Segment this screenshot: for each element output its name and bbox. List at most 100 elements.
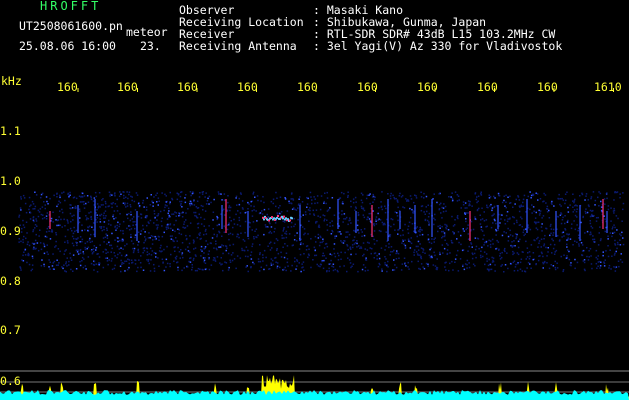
noise-pixel — [357, 213, 360, 216]
noise-pixel — [516, 252, 519, 254]
noise-pixel — [52, 262, 54, 264]
head-echo-pixel — [282, 217, 284, 220]
noise-pixel — [570, 262, 572, 264]
x-tick-label: 160 — [177, 80, 198, 94]
noise-pixel — [288, 233, 291, 235]
noise-pixel — [404, 223, 406, 226]
noise-pixel — [178, 215, 180, 217]
noise-pixel — [469, 204, 471, 206]
noise-pixel — [263, 268, 265, 271]
noise-pixel — [597, 265, 599, 267]
noise-pixel — [113, 267, 116, 270]
noise-pixel — [113, 252, 115, 254]
noise-pixel — [500, 265, 502, 267]
noise-pixel — [453, 233, 455, 235]
noise-pixel — [497, 229, 499, 231]
noise-pixel — [610, 220, 612, 222]
noise-pixel — [467, 233, 470, 235]
noise-pixel — [34, 205, 37, 208]
noise-pixel — [599, 267, 601, 269]
noise-pixel — [613, 231, 616, 234]
noise-pixel — [314, 198, 316, 200]
noise-pixel — [229, 261, 232, 263]
noise-pixel — [569, 204, 571, 206]
noise-pixel — [411, 208, 413, 211]
noise-pixel — [271, 247, 273, 249]
noise-pixel — [99, 218, 101, 220]
noise-pixel — [547, 247, 549, 249]
noise-pixel — [156, 215, 158, 217]
noise-pixel — [550, 228, 553, 230]
noise-pixel — [202, 209, 204, 211]
noise-pixel — [578, 245, 580, 247]
noise-pixel — [208, 250, 210, 252]
noise-pixel — [328, 267, 330, 270]
noise-pixel — [575, 210, 578, 213]
noise-pixel — [454, 261, 456, 263]
noise-pixel — [597, 255, 599, 257]
noise-pixel — [43, 243, 45, 246]
noise-pixel — [137, 241, 140, 243]
noise-pixel — [223, 231, 226, 233]
noise-pixel — [34, 239, 37, 242]
noise-pixel — [175, 215, 177, 217]
noise-pixel — [512, 235, 514, 237]
noise-pixel — [143, 247, 146, 249]
noise-pixel — [194, 211, 197, 214]
noise-pixel — [142, 269, 145, 271]
noise-pixel — [297, 207, 299, 209]
noise-pixel — [252, 221, 255, 223]
noise-pixel — [420, 256, 422, 259]
noise-pixel — [55, 233, 58, 236]
noise-pixel — [233, 258, 236, 260]
noise-pixel — [553, 253, 556, 255]
noise-pixel — [532, 193, 535, 196]
noise-pixel — [129, 204, 132, 206]
noise-pixel — [607, 245, 609, 247]
noise-pixel — [361, 201, 364, 204]
noise-pixel — [393, 269, 396, 271]
noise-pixel — [283, 221, 286, 223]
noise-pixel — [559, 214, 562, 216]
noise-pixel — [357, 212, 359, 214]
noise-pixel — [216, 235, 218, 238]
noise-pixel — [552, 265, 555, 267]
noise-pixel — [617, 217, 619, 220]
noise-pixel — [90, 233, 92, 236]
noise-pixel — [452, 199, 454, 202]
noise-pixel — [593, 214, 595, 217]
noise-pixel — [255, 228, 258, 230]
noise-pixel — [442, 207, 445, 209]
noise-pixel — [588, 256, 590, 258]
noise-pixel — [530, 197, 532, 199]
noise-pixel — [409, 247, 412, 249]
noise-pixel — [299, 243, 302, 246]
noise-pixel — [111, 206, 113, 209]
noise-pixel — [37, 249, 40, 252]
noise-pixel — [291, 264, 293, 267]
noise-pixel — [270, 258, 273, 260]
noise-pixel — [319, 216, 322, 218]
noise-pixel — [256, 195, 259, 197]
noise-pixel — [71, 235, 74, 238]
noise-pixel — [352, 201, 355, 204]
noise-pixel — [258, 270, 261, 272]
noise-pixel — [37, 215, 40, 218]
noise-pixel — [389, 254, 391, 256]
noise-pixel — [267, 226, 269, 228]
noise-pixel — [525, 258, 527, 260]
noise-pixel — [599, 192, 602, 195]
noise-pixel — [514, 203, 516, 205]
noise-pixel — [51, 265, 54, 267]
noise-pixel — [59, 210, 61, 212]
noise-pixel — [603, 265, 606, 267]
noise-pixel — [96, 221, 98, 223]
noise-pixel — [181, 206, 183, 208]
noise-pixel — [43, 252, 46, 255]
noise-pixel — [130, 259, 133, 261]
noise-pixel — [492, 222, 494, 224]
noise-pixel — [515, 198, 517, 201]
noise-pixel — [49, 197, 51, 200]
noise-pixel — [32, 229, 35, 231]
noise-pixel — [619, 196, 621, 199]
